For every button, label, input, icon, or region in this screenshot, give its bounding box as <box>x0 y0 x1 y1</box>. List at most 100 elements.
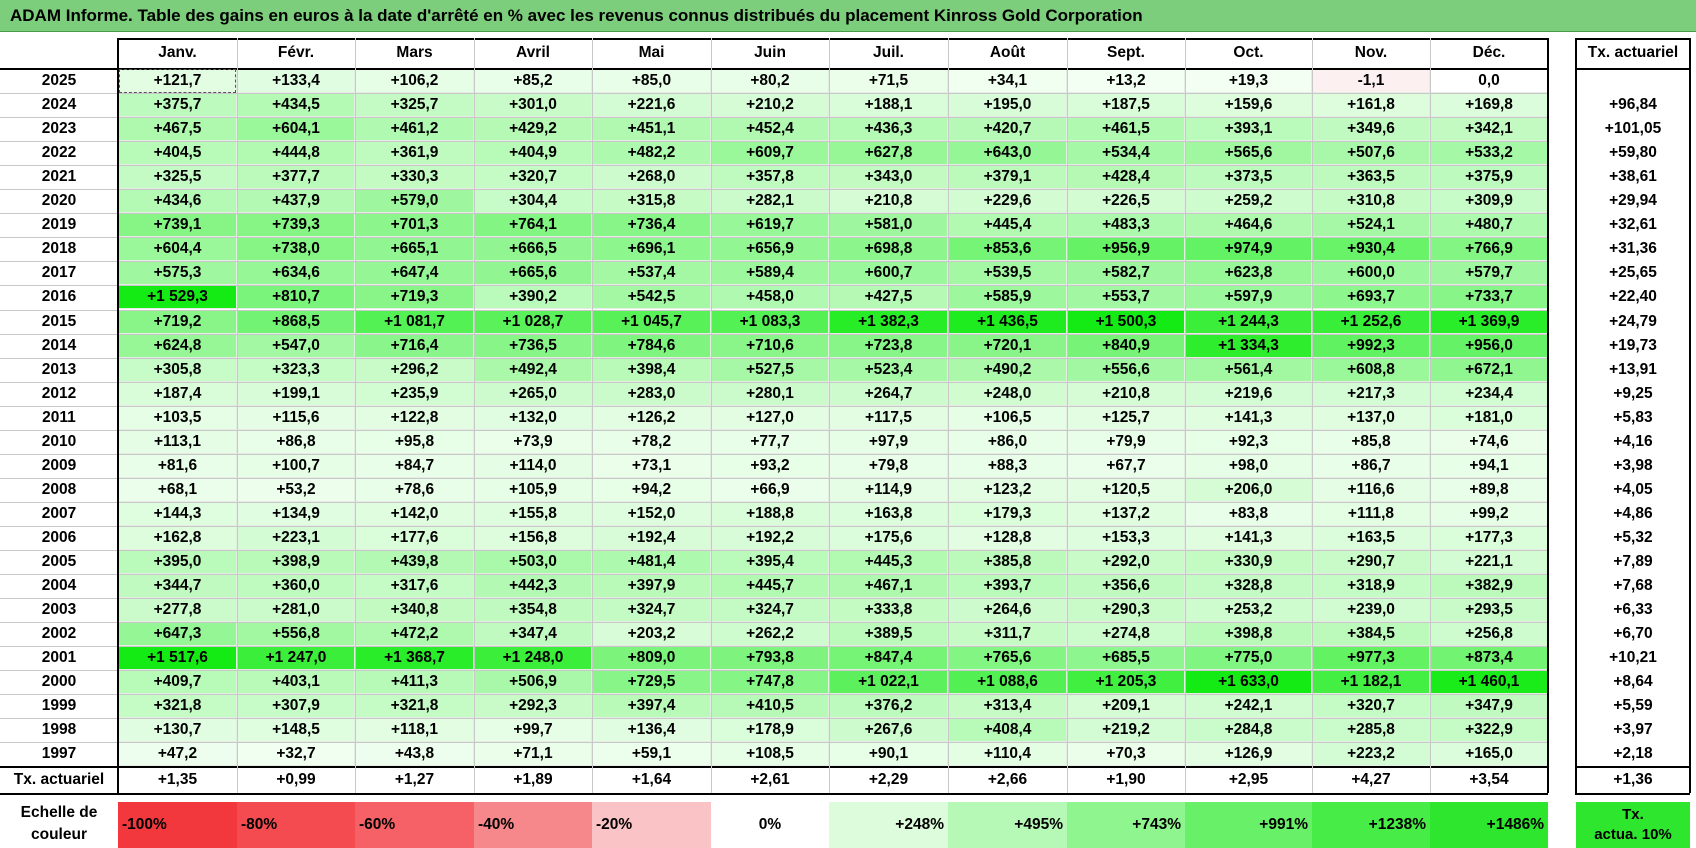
table-cell: +1 205,3 <box>1067 670 1185 695</box>
row-divider <box>0 694 1548 695</box>
table-cell: +132,0 <box>474 405 592 430</box>
year-label: 2011 <box>42 408 76 426</box>
table-border <box>1575 38 1577 794</box>
table-cell: +259,2 <box>1185 189 1312 214</box>
table-cell: +444,8 <box>237 141 355 166</box>
annual-rate-cell: +4,05 <box>1613 480 1653 498</box>
table-cell: +1 369,9 <box>1430 309 1548 334</box>
table-cell: +85,2 <box>474 69 592 94</box>
table-cell: +99,7 <box>474 718 592 743</box>
year-label: 2022 <box>41 144 77 162</box>
annual-rate-cell <box>1576 69 1690 93</box>
table-cell: +685,5 <box>1067 646 1185 671</box>
year-label: 2021 <box>41 168 77 186</box>
table-cell: +110,4 <box>948 742 1067 767</box>
month-header: Févr. <box>277 44 315 61</box>
table-cell: +317,6 <box>355 574 474 599</box>
table-cell: +333,8 <box>829 598 948 623</box>
table-cell: +464,6 <box>1185 213 1312 238</box>
table-cell: +379,1 <box>948 165 1067 190</box>
table-cell: +195,0 <box>948 93 1067 118</box>
table-cell: +177,3 <box>1430 525 1548 550</box>
table-cell: +128,8 <box>948 525 1067 550</box>
table-cell: +97,9 <box>829 429 948 454</box>
table-cell: +94,2 <box>592 477 711 502</box>
table-cell: +930,4 <box>1312 237 1430 262</box>
column-divider <box>1312 38 1313 794</box>
table-cell: +1 088,6 <box>948 670 1067 695</box>
table-cell: +847,4 <box>829 646 948 671</box>
month-header: Sept. <box>1107 44 1145 61</box>
annual-rate-cell: +13,91 <box>1609 360 1657 378</box>
table-cell: +442,3 <box>474 574 592 599</box>
table-cell: +68,1 <box>118 477 237 502</box>
table-cell: +784,6 <box>592 333 711 358</box>
table-cell: +264,6 <box>948 598 1067 623</box>
table-cell: +163,8 <box>829 501 948 526</box>
annual-rate-cell: +5,83 <box>1613 408 1653 426</box>
table-cell: +136,4 <box>592 718 711 743</box>
table-cell: +357,8 <box>711 165 829 190</box>
year-label: 2015 <box>41 312 77 330</box>
table-cell: +325,5 <box>118 165 237 190</box>
table-cell: +90,1 <box>829 742 948 767</box>
year-label: 2000 <box>41 673 77 691</box>
table-cell: +94,1 <box>1430 453 1548 478</box>
table-cell: +481,4 <box>592 550 711 575</box>
table-cell: +199,1 <box>237 381 355 406</box>
table-cell: +92,3 <box>1185 429 1312 454</box>
table-cell: +382,9 <box>1430 574 1548 599</box>
table-cell: +600,7 <box>829 261 948 286</box>
year-label: 2003 <box>41 601 77 619</box>
table-cell: +343,0 <box>829 165 948 190</box>
table-cell: +1 252,6 <box>1312 309 1430 334</box>
table-cell: +290,7 <box>1312 550 1430 575</box>
year-label: 2020 <box>41 192 77 210</box>
column-divider <box>1067 38 1068 794</box>
scale-swatch: +1238% <box>1312 802 1430 848</box>
table-cell: +188,8 <box>711 501 829 526</box>
table-cell: +86,0 <box>948 429 1067 454</box>
year-label: 2025 <box>41 72 77 90</box>
table-cell: +397,9 <box>592 574 711 599</box>
table-cell: +321,8 <box>355 694 474 719</box>
row-divider <box>0 237 1548 238</box>
table-cell: +373,5 <box>1185 165 1312 190</box>
table-cell: +301,0 <box>474 93 592 118</box>
scale-swatch: -80% <box>237 802 355 848</box>
scale-swatch: +743% <box>1067 802 1185 848</box>
table-cell: +375,7 <box>118 93 237 118</box>
column-divider <box>592 38 593 794</box>
table-cell: +434,6 <box>118 189 237 214</box>
table-cell: +219,6 <box>1185 381 1312 406</box>
table-cell: +118,1 <box>355 718 474 743</box>
table-cell: +137,2 <box>1067 501 1185 526</box>
table-cell: +106,2 <box>355 69 474 94</box>
table-cell: +330,9 <box>1185 550 1312 575</box>
scale-swatch: -100% <box>118 802 237 848</box>
year-label: 2005 <box>41 553 77 571</box>
table-cell: +188,1 <box>829 93 948 118</box>
scale-label-line2: couleur <box>31 826 87 843</box>
table-cell: +134,9 <box>237 501 355 526</box>
annual-rate-cell: +4,16 <box>1613 432 1653 450</box>
table-cell: +1 248,0 <box>474 646 592 671</box>
table-cell: +747,8 <box>711 670 829 695</box>
table-cell: +609,7 <box>711 141 829 166</box>
table-cell: +429,2 <box>474 117 592 142</box>
scale-swatch: -40% <box>474 802 592 848</box>
table-cell: +656,9 <box>711 237 829 262</box>
column-divider <box>829 38 830 794</box>
table-cell: +436,3 <box>829 117 948 142</box>
table-cell: +103,5 <box>118 405 237 430</box>
table-cell: +296,2 <box>355 357 474 382</box>
table-cell: +322,9 <box>1430 718 1548 743</box>
table-cell: +409,7 <box>118 670 237 695</box>
table-cell: +152,0 <box>592 501 711 526</box>
table-cell: +73,9 <box>474 429 592 454</box>
table-cell: +710,6 <box>711 333 829 358</box>
table-cell: +126,9 <box>1185 742 1312 767</box>
row-divider <box>0 213 1548 214</box>
table-cell: +439,8 <box>355 550 474 575</box>
table-cell: +13,2 <box>1067 69 1185 94</box>
